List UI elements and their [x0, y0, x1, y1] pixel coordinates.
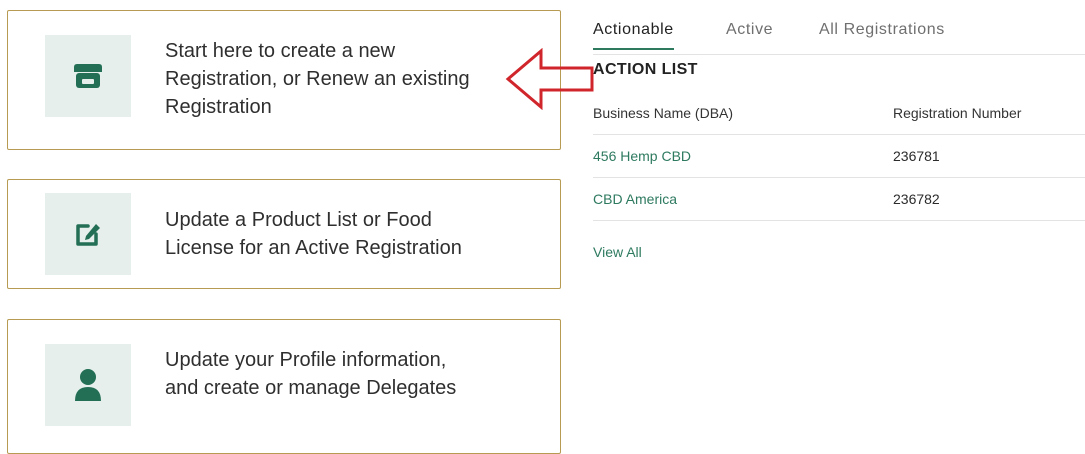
tab-actionable[interactable]: Actionable: [593, 21, 674, 50]
card-text-line: Start here to create a new: [165, 40, 396, 62]
view-all-link[interactable]: View All: [593, 244, 642, 260]
business-name-link[interactable]: 456 Hemp CBD: [593, 148, 691, 164]
action-list-table: Business Name (DBA) Registration Number …: [593, 92, 1085, 221]
table-row: 456 Hemp CBD 236781: [593, 135, 1085, 178]
card-description: Start here to create a new Registration,…: [165, 37, 540, 121]
card-description: Update a Product List or Food License fo…: [165, 206, 540, 262]
card-description: Update your Profile information, and cre…: [165, 346, 540, 402]
registration-number: 236782: [893, 191, 940, 207]
business-name-link[interactable]: CBD America: [593, 191, 677, 207]
column-header-business-name: Business Name (DBA): [593, 105, 734, 121]
update-product-list-card[interactable]: Update a Product List or Food License fo…: [7, 179, 561, 289]
registration-tabs: Actionable Active All Registrations: [593, 18, 1085, 55]
edit-icon-box: [45, 193, 131, 275]
storefront-icon-box: [45, 35, 131, 117]
card-text-line: Registration, or Renew an existing: [165, 68, 470, 90]
column-header-registration-number: Registration Number: [893, 105, 1022, 121]
card-text-line: Update your Profile information,: [165, 349, 447, 371]
red-arrow-annotation: [505, 48, 594, 110]
user-icon-box: [45, 344, 131, 426]
card-text-line: and create or manage Delegates: [165, 377, 457, 399]
create-renew-registration-card[interactable]: Start here to create a new Registration,…: [7, 10, 561, 150]
update-profile-card[interactable]: Update your Profile information, and cre…: [7, 319, 561, 454]
registration-number: 236781: [893, 148, 940, 164]
tab-all-registrations[interactable]: All Registrations: [819, 21, 945, 48]
storefront-icon: [74, 63, 102, 88]
user-icon: [75, 369, 101, 401]
card-text-line: Update a Product List or Food: [165, 209, 432, 231]
card-text-line: License for an Active Registration: [165, 237, 462, 259]
table-header: Business Name (DBA) Registration Number: [593, 92, 1085, 135]
table-row: CBD America 236782: [593, 178, 1085, 221]
edit-icon: [76, 224, 100, 246]
action-list-title: ACTION LIST: [593, 61, 698, 78]
tab-active[interactable]: Active: [726, 21, 773, 48]
card-text-line: Registration: [165, 96, 272, 118]
